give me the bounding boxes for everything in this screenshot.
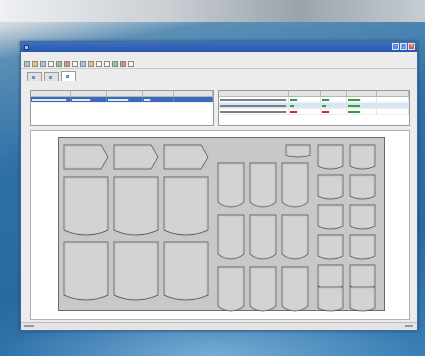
tab-icon (49, 75, 52, 79)
sheet-icon[interactable] (88, 60, 94, 67)
tab-strip (21, 71, 417, 81)
title-bar[interactable]: – □ × (21, 42, 417, 52)
nested-part-tag[interactable] (63, 144, 109, 170)
nested-part-tag[interactable] (163, 144, 209, 170)
tab-icon (66, 75, 69, 78)
sheets-grid[interactable] (217, 90, 410, 126)
nested-part-tall-panel[interactable] (113, 176, 159, 236)
copy-icon[interactable] (72, 60, 78, 67)
stop-icon[interactable] (120, 60, 126, 67)
tab-icon (32, 75, 35, 79)
nested-part-tag[interactable] (113, 144, 159, 170)
nested-part-small-panel[interactable] (217, 266, 245, 312)
export-icon[interactable] (112, 60, 118, 67)
nested-part-tall-panel[interactable] (63, 176, 109, 236)
status-bar (21, 322, 417, 330)
nested-part-tall-panel[interactable] (163, 241, 209, 301)
status-left (24, 325, 34, 327)
column-header[interactable] (219, 91, 290, 96)
desktop-backdrop-top (0, 0, 425, 22)
window-controls: – □ × (392, 43, 415, 50)
add-icon[interactable] (56, 60, 62, 67)
open-icon[interactable] (32, 60, 38, 67)
close-icon[interactable]: × (408, 43, 415, 50)
nested-part-small-panel[interactable] (285, 144, 311, 158)
jobs-grid[interactable] (30, 90, 214, 126)
column-header[interactable] (31, 91, 72, 96)
tab-3[interactable] (61, 71, 76, 81)
new-icon[interactable] (24, 60, 30, 67)
print-icon[interactable] (48, 60, 54, 67)
nested-part-small-panel[interactable] (249, 214, 277, 260)
nested-part-small-panel[interactable] (281, 266, 309, 312)
nested-part-tall-panel[interactable] (113, 241, 159, 301)
help-icon[interactable] (128, 60, 134, 67)
nested-part-small-panel[interactable] (281, 162, 309, 208)
tab-1[interactable] (27, 72, 42, 81)
minimize-icon[interactable]: – (392, 43, 399, 50)
nesting-canvas[interactable] (30, 130, 410, 320)
nested-part-small-panel[interactable] (217, 214, 245, 260)
sheet-plate (58, 137, 385, 312)
app-icon (24, 44, 29, 50)
grid-area (30, 90, 410, 126)
nested-part-small-panel[interactable] (349, 204, 376, 230)
tab-2[interactable] (44, 72, 59, 81)
nested-part-small-panel[interactable] (249, 162, 277, 208)
column-header[interactable] (289, 91, 321, 96)
zoom-in-icon[interactable] (96, 60, 102, 67)
nested-part-small-panel[interactable] (317, 286, 344, 312)
column-header[interactable] (71, 91, 108, 96)
nested-part-small-panel[interactable] (217, 162, 245, 208)
status-right (405, 325, 413, 327)
menu-bar (21, 52, 417, 59)
nested-part-small-panel[interactable] (281, 214, 309, 260)
column-header[interactable] (321, 91, 348, 96)
nested-part-small-panel[interactable] (349, 286, 376, 312)
delete-icon[interactable] (64, 60, 70, 67)
table-row[interactable] (31, 97, 213, 103)
column-header[interactable] (377, 91, 409, 96)
nested-part-small-panel[interactable] (317, 174, 344, 200)
nested-part-tall-panel[interactable] (163, 176, 209, 236)
nested-part-small-panel[interactable] (317, 234, 344, 260)
nested-part-small-panel[interactable] (349, 144, 376, 170)
nested-part-small-panel[interactable] (317, 204, 344, 230)
zoom-out-icon[interactable] (104, 60, 110, 67)
app-window: – □ × (20, 41, 418, 331)
nested-part-small-panel[interactable] (349, 234, 376, 260)
table-row[interactable] (218, 109, 409, 115)
column-header[interactable] (143, 91, 174, 96)
toolbar (21, 59, 417, 69)
nested-part-tall-panel[interactable] (63, 241, 109, 301)
maximize-icon[interactable]: □ (400, 43, 407, 50)
nested-part-small-panel[interactable] (349, 174, 376, 200)
nest-icon[interactable] (80, 60, 86, 67)
column-header[interactable] (107, 91, 144, 96)
nested-part-small-panel[interactable] (249, 266, 277, 312)
nested-part-small-panel[interactable] (317, 144, 344, 170)
save-icon[interactable] (40, 60, 46, 67)
column-header[interactable] (174, 91, 213, 96)
column-header[interactable] (347, 91, 378, 96)
